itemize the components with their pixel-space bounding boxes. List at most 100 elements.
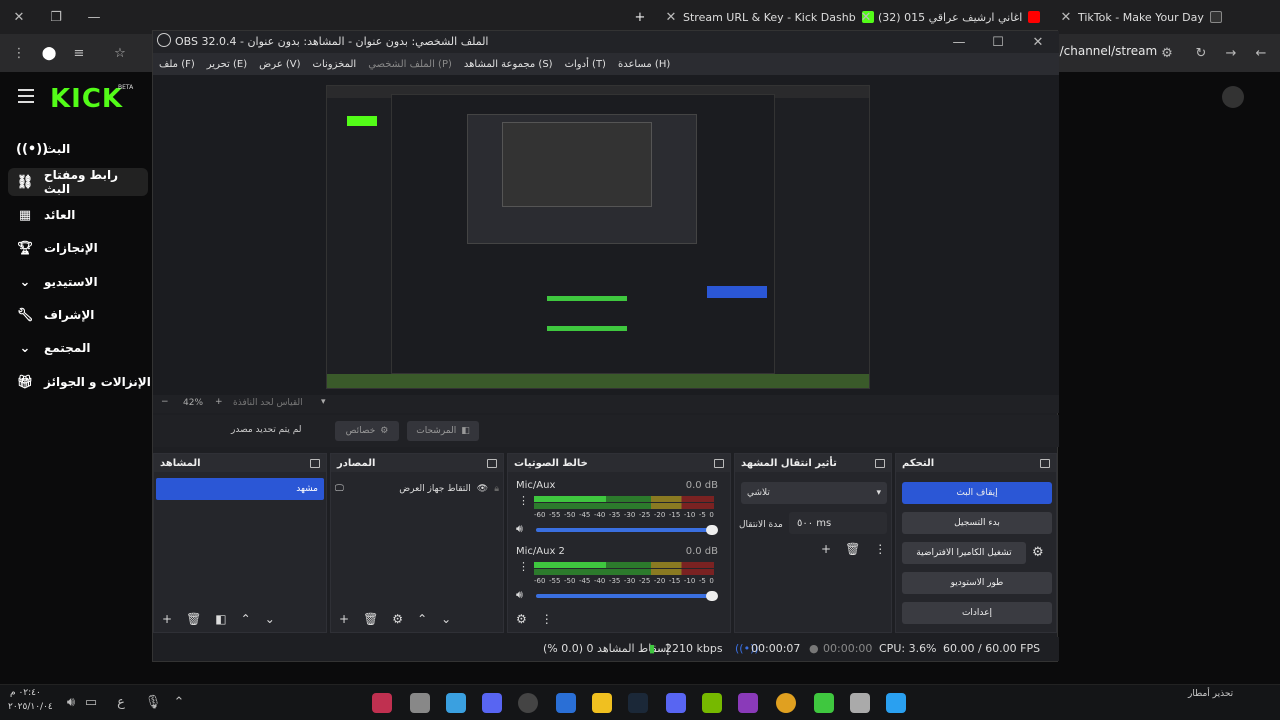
- close-icon[interactable]: ✕: [10, 8, 28, 26]
- minimize-icon[interactable]: —: [85, 8, 103, 26]
- menu-scene-collection[interactable]: مجموعة المشاهد (S): [464, 59, 553, 70]
- kebab-menu-icon[interactable]: ⋮: [874, 542, 886, 556]
- settings-button[interactable]: إعدادات: [902, 602, 1052, 624]
- discord-icon[interactable]: [482, 693, 502, 713]
- menu-edit[interactable]: تحرير (E): [207, 59, 247, 70]
- obs-icon[interactable]: [518, 693, 538, 713]
- chevron-up-icon[interactable]: ⌃: [241, 612, 251, 626]
- undock-icon[interactable]: [875, 458, 885, 468]
- app-icon[interactable]: [666, 693, 686, 713]
- speaker-icon[interactable]: 🔊︎: [516, 522, 523, 536]
- menu-docks[interactable]: المخزونات: [313, 59, 357, 70]
- trash-icon[interactable]: 🗑︎: [845, 542, 860, 556]
- scene-item[interactable]: مشهد: [156, 478, 324, 500]
- chrome-icon[interactable]: [776, 693, 796, 713]
- back-icon[interactable]: ←: [1252, 44, 1270, 62]
- menu-dots-icon[interactable]: ⋮: [10, 44, 28, 62]
- maximize-icon[interactable]: ☐: [989, 33, 1007, 51]
- new-tab-icon[interactable]: +: [631, 8, 649, 26]
- app-icon[interactable]: [446, 693, 466, 713]
- zoom-in-button[interactable]: +: [215, 397, 223, 407]
- chevron-down-icon[interactable]: ▾: [321, 397, 326, 407]
- kebab-menu-icon[interactable]: ⋮: [518, 494, 529, 507]
- nav-studio[interactable]: ⌄ الاستيديو: [8, 268, 148, 296]
- star-icon[interactable]: ☆: [111, 44, 129, 62]
- chevron-up-icon[interactable]: ⌃: [170, 693, 188, 711]
- menu-tools[interactable]: أدوات (T): [565, 59, 606, 70]
- app-icon[interactable]: [556, 693, 576, 713]
- nav-moderation[interactable]: 🔧︎ الإشراف: [8, 301, 148, 329]
- undock-icon[interactable]: [487, 458, 497, 468]
- start-icon[interactable]: [886, 693, 906, 713]
- url-field[interactable]: n/channel/stream: [1052, 44, 1182, 62]
- nav-revenue[interactable]: ▦ العائد: [8, 201, 148, 229]
- speaker-icon[interactable]: 🔊︎: [516, 588, 523, 602]
- language-icon[interactable]: ع: [112, 693, 130, 711]
- tab-kick[interactable]: ✕ Stream URL & Key - Kick Dashb: [665, 6, 874, 28]
- extension-icon[interactable]: ⬤: [40, 44, 58, 62]
- app-icon[interactable]: [410, 693, 430, 713]
- nav-achievements[interactable]: 🏆︎ الإنجازات: [8, 234, 148, 262]
- gear-icon[interactable]: ⚙: [392, 612, 403, 626]
- forward-icon[interactable]: →: [1222, 44, 1240, 62]
- zoom-out-button[interactable]: −: [161, 397, 169, 407]
- tune-icon[interactable]: ≡: [70, 44, 88, 62]
- undock-icon[interactable]: [310, 458, 320, 468]
- tab-tiktok[interactable]: ✕ TikTok - Make Your Day: [1060, 6, 1222, 28]
- app-icon[interactable]: [850, 693, 870, 713]
- close-icon[interactable]: ✕: [1060, 8, 1072, 26]
- close-icon[interactable]: ✕: [860, 8, 872, 26]
- filters-button[interactable]: المرشحات ◧: [407, 421, 479, 441]
- transition-select[interactable]: تلاشي ▾: [741, 482, 887, 504]
- studio-mode-button[interactable]: طور الاستوديو: [902, 572, 1052, 594]
- source-item[interactable]: 🖵︎ التقاط جهاز العرض 👁︎ 🔒︎: [335, 480, 499, 498]
- app-icon[interactable]: [814, 693, 834, 713]
- trash-icon[interactable]: 🗑︎: [186, 612, 201, 626]
- kick-logo[interactable]: KICK: [50, 84, 123, 114]
- hamburger-menu-icon[interactable]: [18, 89, 34, 103]
- virtual-camera-button[interactable]: تشغيل الكاميرا الافتراضية: [902, 542, 1026, 564]
- nav-drops[interactable]: 🎁︎ الإنزالات و الجوائز: [8, 368, 158, 396]
- close-icon[interactable]: ✕: [665, 8, 677, 26]
- nvidia-icon[interactable]: [702, 693, 722, 713]
- menu-file[interactable]: ملف (F): [159, 59, 195, 70]
- avatar[interactable]: [1222, 86, 1244, 108]
- add-icon[interactable]: +: [821, 542, 831, 556]
- undock-icon[interactable]: [714, 458, 724, 468]
- app-icon[interactable]: [738, 693, 758, 713]
- speaker-icon[interactable]: 🔊︎: [62, 693, 80, 711]
- properties-button[interactable]: خصائص ⚙: [335, 421, 399, 441]
- undock-icon[interactable]: [1040, 458, 1050, 468]
- filter-icon[interactable]: ◧: [215, 612, 226, 626]
- close-icon[interactable]: ✕: [1029, 33, 1047, 51]
- nav-community[interactable]: ⌄ المجتمع: [8, 334, 148, 362]
- nav-stream-key[interactable]: ⛓ رابط ومفتاح البث: [8, 168, 148, 196]
- stop-streaming-button[interactable]: إيقاف البث: [902, 482, 1052, 504]
- minimize-icon[interactable]: —: [950, 33, 968, 51]
- network-icon[interactable]: ▭: [82, 693, 100, 711]
- volume-slider[interactable]: [536, 591, 718, 601]
- menu-view[interactable]: عرض (V): [259, 59, 300, 70]
- kebab-menu-icon[interactable]: ⋮: [541, 612, 553, 626]
- app-icon[interactable]: [592, 693, 612, 713]
- mic-icon[interactable]: 🎙︎: [144, 693, 162, 711]
- add-icon[interactable]: +: [162, 612, 172, 626]
- obs-preview[interactable]: [153, 75, 1059, 397]
- zoom-mode[interactable]: القياس لحد النافذة: [233, 398, 303, 408]
- kebab-menu-icon[interactable]: ⋮: [518, 560, 529, 573]
- weather-widget[interactable]: تحذير أمطار: [1188, 689, 1233, 699]
- gear-icon[interactable]: ⚙: [516, 612, 527, 626]
- eye-icon[interactable]: 👁︎: [477, 484, 488, 494]
- steam-icon[interactable]: [628, 693, 648, 713]
- menu-help[interactable]: مساعدة (H): [618, 59, 670, 70]
- nav-broadcast[interactable]: ((•)) البث: [8, 135, 148, 163]
- reload-icon[interactable]: ↻: [1192, 44, 1210, 62]
- volume-slider[interactable]: [536, 525, 718, 535]
- lock-icon[interactable]: 🔒︎: [494, 484, 499, 494]
- start-recording-button[interactable]: بدء التسجيل: [902, 512, 1052, 534]
- tab-youtube[interactable]: ✕ (32) اغاني ارشيف عراقي 015: [860, 6, 1041, 28]
- gear-icon[interactable]: ⚙: [1032, 545, 1044, 560]
- duration-spinbox[interactable]: ٥٠٠ ms: [789, 512, 887, 534]
- add-icon[interactable]: +: [339, 612, 349, 626]
- menu-profile[interactable]: الملف الشخصي (P): [368, 59, 452, 70]
